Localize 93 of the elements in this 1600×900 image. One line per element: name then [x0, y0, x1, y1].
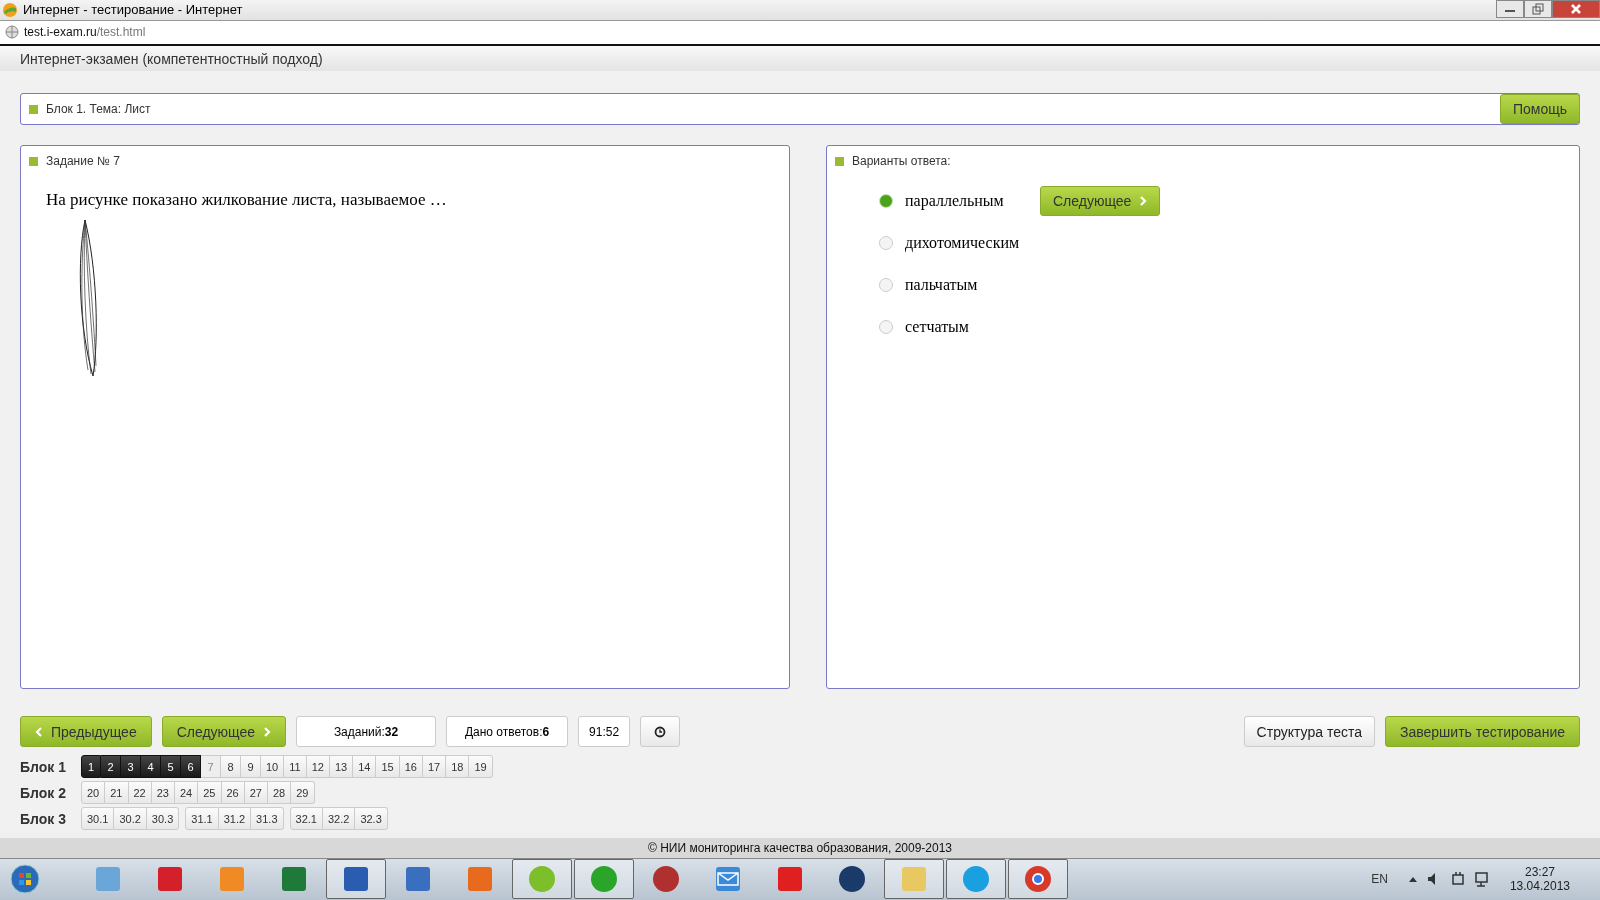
question-number-button[interactable]: 9 — [241, 755, 261, 779]
caret-icon[interactable] — [1407, 875, 1418, 884]
question-number-button[interactable]: 16 — [399, 755, 423, 779]
question-number-button[interactable]: 17 — [422, 755, 447, 779]
question-number-button[interactable]: 30.3 — [146, 807, 180, 831]
option-label[interactable]: параллельным — [905, 192, 1040, 211]
topic-label: Блок 1. Тема: Лист — [46, 102, 152, 117]
square-icon — [29, 104, 38, 114]
language-indicator[interactable]: EN — [1371, 872, 1388, 887]
taskbar-app-button[interactable] — [946, 859, 1006, 900]
ball-icon — [2, 1, 18, 18]
finish-button[interactable]: Завершить тестирование — [1385, 716, 1580, 748]
taskbar-app-button[interactable] — [1008, 859, 1068, 900]
question-number-button[interactable]: 32.2 — [322, 807, 356, 831]
help-button[interactable]: Помощь — [1499, 94, 1580, 125]
clock-date[interactable]: 13.04.2013 — [1509, 879, 1570, 894]
taskbar-app-button[interactable] — [512, 859, 572, 900]
question-number-button[interactable]: 19 — [469, 755, 493, 779]
question-number-button[interactable]: 22 — [128, 781, 152, 805]
question-text: На рисунке показано жилкование листа, называемое … — [46, 190, 448, 211]
next-button[interactable]: Следующее — [1040, 186, 1161, 217]
address-bar[interactable]: test.i-exam.ru/test.html — [0, 19, 1600, 46]
question-number-button[interactable]: 11 — [284, 755, 307, 779]
answers-counter: Дано ответов:6 — [446, 716, 569, 748]
question-number-button[interactable]: 4 — [141, 755, 161, 779]
square-icon — [835, 156, 844, 166]
restore-button[interactable] — [1524, 0, 1552, 18]
question-number-button[interactable]: 25 — [198, 781, 222, 805]
radio-button[interactable] — [879, 278, 893, 293]
window-title: Интернет - тестирование - Интернет — [23, 2, 244, 18]
question-number-button[interactable]: 21 — [105, 781, 129, 805]
question-number-button[interactable]: 23 — [151, 781, 175, 805]
question-number-button[interactable]: 31.2 — [218, 807, 252, 831]
clock-icon — [654, 725, 667, 738]
question-number-button[interactable]: 30.1 — [81, 807, 115, 831]
option-label[interactable]: дихотомическим — [905, 234, 1040, 253]
previous-button[interactable]: Предыдущее — [20, 716, 152, 748]
question-number-button[interactable]: 27 — [244, 781, 268, 805]
question-number-button[interactable]: 5 — [161, 755, 181, 779]
question-number-button[interactable]: 2 — [101, 755, 121, 779]
question-number-button[interactable]: 29 — [291, 781, 315, 805]
question-number-button[interactable]: 24 — [175, 781, 199, 805]
close-button[interactable] — [1552, 0, 1600, 18]
chevron-left-icon — [35, 726, 43, 737]
structure-button[interactable]: Структура теста — [1243, 716, 1375, 748]
answers-title: Варианты ответа: — [852, 154, 951, 169]
ball-icon — [527, 864, 557, 895]
tasks-counter: Заданий:32 — [296, 716, 437, 748]
chevron-right-icon — [1139, 196, 1148, 207]
question-number-button[interactable]: 6 — [181, 755, 201, 779]
url-text: test.i-exam.ru/test.html — [24, 25, 146, 40]
question-number-button[interactable]: 14 — [353, 755, 377, 779]
close-icon — [1570, 3, 1582, 15]
question-number-button[interactable]: 28 — [268, 781, 292, 805]
question-number-button[interactable]: 18 — [446, 755, 470, 779]
question-number-button[interactable]: 30.2 — [114, 807, 147, 831]
question-number-button[interactable]: 26 — [221, 781, 245, 805]
clock-time[interactable]: 23:27 — [1524, 865, 1555, 880]
question-number-button[interactable]: 1 — [81, 755, 101, 779]
question-number-button[interactable]: 13 — [329, 755, 354, 779]
taskbar-app-button[interactable] — [574, 859, 634, 900]
copyright-text: © НИИ мониторинга качества образования, 2009-2013 — [648, 841, 952, 856]
question-number-button[interactable]: 32.3 — [355, 807, 388, 831]
taskbar-app-button[interactable] — [884, 859, 944, 900]
question-number-button[interactable]: 20 — [81, 781, 106, 805]
next-button[interactable]: Следующее — [161, 716, 287, 748]
block-label: Блок 1 — [20, 758, 67, 775]
question-number-button[interactable]: 32.1 — [289, 807, 323, 831]
question-number-button[interactable]: 31.1 — [185, 807, 219, 831]
minimize-button[interactable] — [1496, 0, 1524, 18]
square-icon — [29, 156, 38, 166]
clock-button[interactable] — [640, 716, 681, 748]
question-number-button[interactable]: 15 — [376, 755, 400, 779]
radio-button[interactable] — [879, 320, 893, 335]
timer: 91:52 — [578, 716, 631, 748]
question-number-button[interactable]: 10 — [261, 755, 285, 779]
option-label[interactable]: пальчатым — [905, 276, 1040, 295]
block-label: Блок 3 — [20, 810, 67, 827]
page-title: Интернет-экзамен (компетентностный подход) — [20, 50, 323, 67]
restore-icon — [1532, 3, 1544, 15]
radio-button[interactable] — [879, 194, 893, 209]
radio-button[interactable] — [879, 236, 893, 251]
taskbar-app-button[interactable] — [326, 859, 386, 900]
question-number-button[interactable]: 3 — [121, 755, 141, 779]
network-icon[interactable] — [1473, 871, 1490, 888]
question-number-button[interactable]: 8 — [221, 755, 241, 779]
question-number-button[interactable]: 31.3 — [251, 807, 284, 831]
question-number-button[interactable]: 12 — [306, 755, 330, 779]
task-title: Задание № 7 — [46, 154, 120, 169]
block-label: Блок 2 — [20, 784, 67, 801]
power-icon[interactable] — [1449, 871, 1466, 888]
chevron-right-icon — [263, 726, 272, 737]
option-label[interactable]: сетчатым — [905, 318, 1040, 337]
